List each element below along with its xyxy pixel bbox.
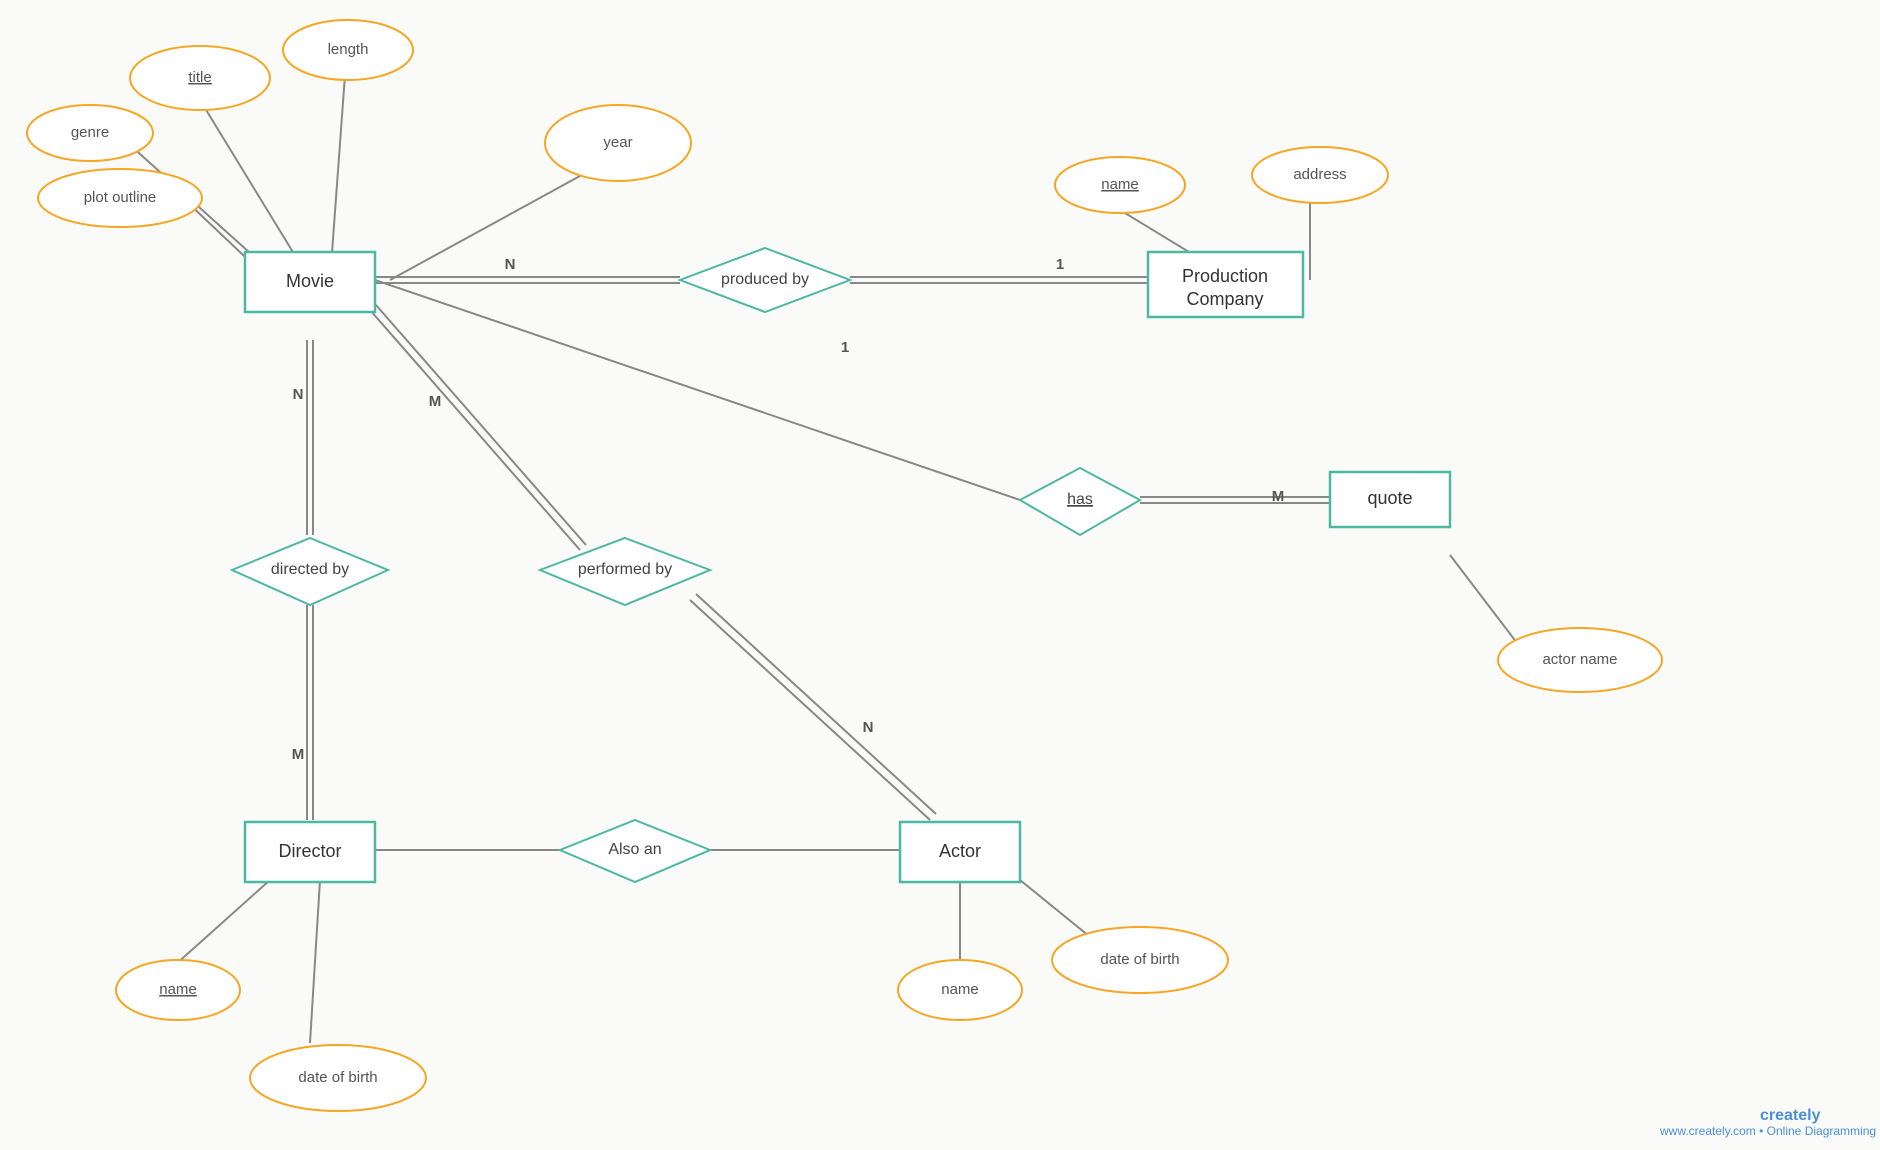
actor-name-label: actor name — [1542, 651, 1617, 668]
card-has-1: 1 — [841, 339, 849, 356]
plot-outline-label: plot outline — [84, 189, 157, 206]
creately-brand: creately — [1760, 1107, 1821, 1124]
actor-name-bottom-label: name — [941, 981, 979, 998]
performed-by-label: performed by — [578, 561, 672, 578]
title-label: title — [188, 69, 211, 86]
pc-name-label: name — [1101, 176, 1139, 193]
pc-address-label: address — [1293, 166, 1346, 183]
card-pc-1: 1 — [1056, 256, 1064, 273]
also-an-label: Also an — [608, 841, 661, 858]
directed-by-label: directed by — [271, 561, 349, 578]
produced-by-label: produced by — [721, 271, 809, 288]
production-company-label: Production — [1182, 266, 1268, 286]
year-label: year — [603, 134, 632, 151]
quote-label: quote — [1367, 488, 1412, 508]
genre-label: genre — [71, 124, 109, 141]
card-perf-m: M — [429, 393, 442, 410]
movie-label: Movie — [286, 271, 334, 291]
director-label: Director — [278, 841, 341, 861]
card-dir-n: N — [293, 386, 304, 403]
actor-label: Actor — [939, 841, 981, 861]
creately-url: www.creately.com • Online Diagramming — [1659, 1124, 1876, 1138]
director-dob-label: date of birth — [298, 1069, 377, 1086]
length-label: length — [328, 41, 369, 58]
card-dir-m: M — [292, 746, 305, 763]
production-company-label2: Company — [1186, 289, 1263, 309]
actor-dob-label: date of birth — [1100, 951, 1179, 968]
card-movie-n: N — [505, 256, 516, 273]
card-has-m: M — [1272, 488, 1285, 505]
has-label: has — [1067, 491, 1093, 508]
director-name-label: name — [159, 981, 197, 998]
card-perf-n: N — [863, 719, 874, 736]
